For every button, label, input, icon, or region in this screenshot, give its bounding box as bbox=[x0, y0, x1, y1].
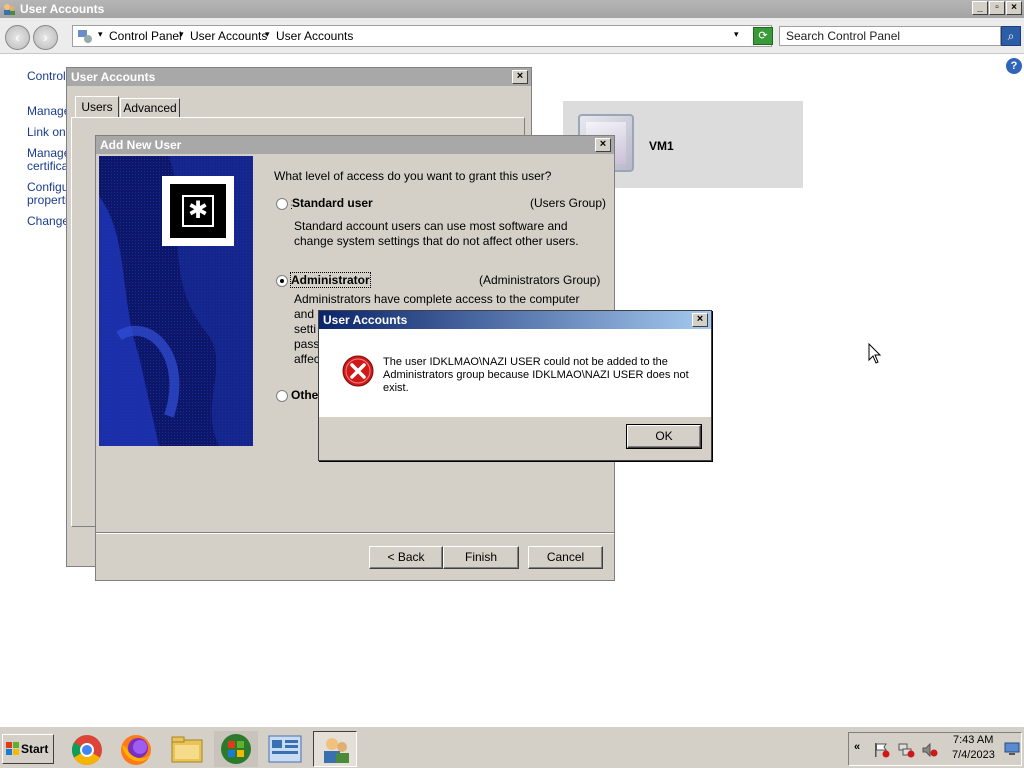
show-desktop-icon[interactable] bbox=[1004, 742, 1020, 756]
standard-user-desc-2: change system settings that do not affec… bbox=[294, 234, 579, 248]
error-dialog-title: User Accounts bbox=[319, 311, 711, 329]
wizard-banner: ✱ bbox=[99, 156, 253, 446]
wizard-key-icon: ✱ bbox=[182, 195, 214, 227]
search-icon[interactable]: ⌕ bbox=[1001, 26, 1021, 46]
left-link-change[interactable]: Change bbox=[27, 214, 69, 228]
left-link-configure[interactable]: Configu bbox=[27, 180, 68, 194]
forward-nav-button[interactable]: › bbox=[33, 25, 58, 50]
start-button[interactable]: Start bbox=[2, 734, 54, 764]
address-history-arrow[interactable]: ▾ bbox=[734, 29, 739, 40]
crumb-control-panel[interactable]: Control Panel bbox=[109, 29, 182, 43]
network-icon[interactable] bbox=[897, 742, 915, 758]
ok-button[interactable]: OK bbox=[626, 424, 702, 449]
wizard-divider bbox=[96, 532, 614, 534]
clock-date[interactable]: 7/4/2023 bbox=[952, 749, 995, 761]
left-link-control[interactable]: Control bbox=[27, 69, 66, 83]
other-label[interactable]: Othe bbox=[291, 388, 318, 402]
error-dialog: User Accounts × The user IDKLMAO\NAZI US… bbox=[318, 310, 712, 461]
window-titlebar: User Accounts _ ▫ × bbox=[0, 0, 1024, 18]
crumb-arrow[interactable]: ▾ bbox=[265, 29, 270, 40]
user-accounts-dialog-title: User Accounts bbox=[67, 68, 531, 86]
administrator-desc-frag: pass bbox=[294, 337, 320, 351]
standard-user-radio[interactable] bbox=[276, 198, 288, 210]
crumb-user-accounts-2[interactable]: User Accounts bbox=[276, 29, 353, 43]
standard-user-desc-1: Standard account users can use most soft… bbox=[294, 219, 568, 233]
error-icon bbox=[342, 355, 374, 387]
windows-logo-icon bbox=[6, 742, 19, 755]
restore-button[interactable]: ▫ bbox=[989, 1, 1005, 15]
cancel-button[interactable]: Cancel bbox=[528, 546, 603, 569]
crumb-user-accounts[interactable]: User Accounts bbox=[190, 29, 267, 43]
help-icon[interactable]: ? bbox=[1006, 58, 1022, 74]
user-accounts-taskbar-icon[interactable] bbox=[313, 731, 357, 767]
chrome-icon[interactable] bbox=[65, 731, 109, 767]
crumb-arrow[interactable]: ▾ bbox=[179, 29, 184, 40]
tab-advanced[interactable]: Advanced bbox=[120, 98, 180, 118]
back-nav-button[interactable]: ‹ bbox=[5, 25, 30, 50]
close-window-button[interactable]: × bbox=[1006, 1, 1022, 15]
administrator-desc-1: Administrators have complete access to t… bbox=[294, 292, 580, 306]
standard-user-group: (Users Group) bbox=[530, 196, 607, 210]
control-panel-taskbar-icon[interactable] bbox=[263, 731, 307, 767]
administrator-desc-frag: and bbox=[294, 307, 315, 321]
back-button[interactable]: < Back bbox=[369, 546, 443, 569]
mouse-cursor bbox=[868, 343, 882, 364]
user-accounts-close-button[interactable]: × bbox=[512, 70, 528, 84]
administrator-label[interactable]: Administrator bbox=[290, 272, 371, 288]
user-accounts-icon bbox=[4, 4, 15, 15]
other-radio[interactable] bbox=[276, 390, 288, 402]
access-question: What level of access do you want to gran… bbox=[274, 169, 552, 183]
volume-muted-icon[interactable] bbox=[921, 742, 939, 758]
add-new-user-title: Add New User bbox=[96, 136, 614, 154]
finish-button[interactable]: Finish bbox=[443, 546, 519, 569]
left-link-properties[interactable]: properti bbox=[27, 193, 68, 207]
windows-media-icon[interactable] bbox=[214, 731, 258, 767]
clock-time[interactable]: 7:43 AM bbox=[953, 734, 993, 746]
show-hidden-icons[interactable]: « bbox=[854, 741, 860, 753]
minimize-button[interactable]: _ bbox=[972, 1, 988, 15]
action-center-flag-icon[interactable] bbox=[873, 742, 891, 758]
error-message-line-1: The user IDKLMAO\NAZI USER could not be … bbox=[383, 356, 668, 368]
add-new-user-close-button[interactable]: × bbox=[595, 138, 611, 152]
refresh-icon[interactable]: ⟳ bbox=[753, 27, 773, 45]
tab-users[interactable]: Users bbox=[75, 96, 119, 118]
window-title: User Accounts bbox=[20, 2, 105, 16]
administrator-group: (Administrators Group) bbox=[479, 273, 601, 287]
left-link-link-online[interactable]: Link onli bbox=[27, 125, 71, 139]
administrator-radio[interactable] bbox=[276, 275, 288, 287]
error-dialog-close-button[interactable]: × bbox=[692, 313, 708, 327]
account-name: VM1 bbox=[649, 139, 674, 153]
left-link-manage-cert[interactable]: Manage bbox=[27, 146, 70, 160]
control-panel-icon bbox=[78, 30, 92, 43]
left-link-manage[interactable]: Manage bbox=[27, 104, 70, 118]
administrator-desc-frag: setti bbox=[294, 322, 317, 336]
address-toolbar: ‹ › ▾ Control Panel ▾ User Accounts ▾ Us… bbox=[0, 18, 1024, 54]
explorer-folder-icon[interactable] bbox=[165, 731, 209, 767]
system-tray: « 7:43 AM 7/4/2023 bbox=[848, 732, 1022, 766]
error-message-line-3: exist. bbox=[383, 382, 409, 394]
firefox-icon[interactable] bbox=[114, 731, 158, 767]
wizard-logo: ✱ bbox=[162, 176, 234, 246]
standard-user-label[interactable]: SStandard user bbox=[291, 196, 373, 210]
error-message-line-2: Administrators group because IDKLMAO\NAZ… bbox=[383, 369, 689, 381]
search-input[interactable]: Search Control Panel bbox=[779, 26, 1001, 46]
left-link-certificates[interactable]: certifica bbox=[27, 159, 68, 173]
address-bar[interactable]: ▾ Control Panel ▾ User Accounts ▾ User A… bbox=[72, 25, 772, 47]
taskbar: Start « 7:43 AM 7/4/2023 bbox=[0, 726, 1024, 768]
administrator-desc-frag: affec bbox=[294, 352, 320, 366]
crumb-root-arrow[interactable]: ▾ bbox=[98, 29, 103, 40]
